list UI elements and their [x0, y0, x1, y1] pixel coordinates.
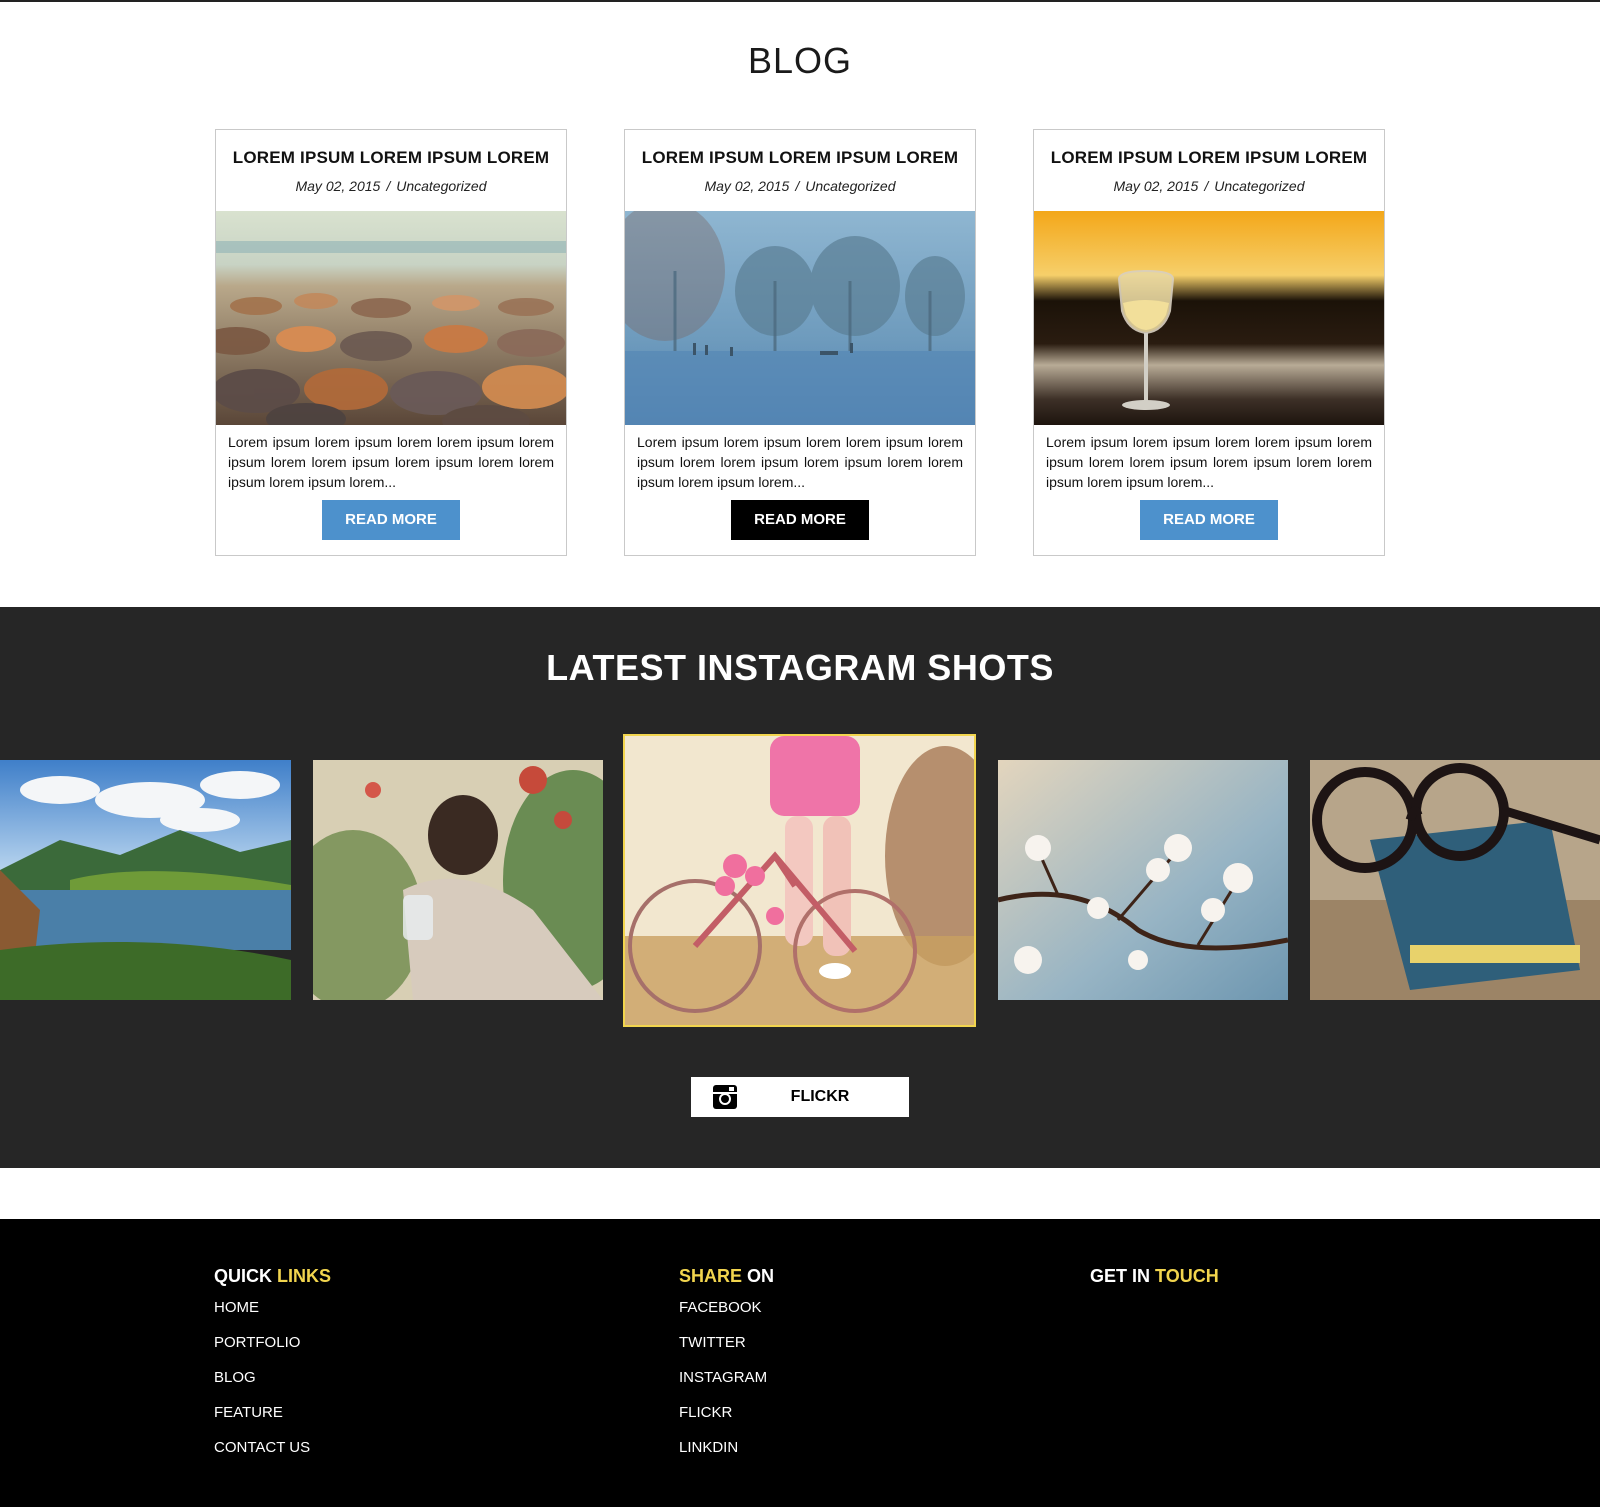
- footer-link-linkdin[interactable]: LINKDIN: [679, 1437, 774, 1472]
- read-more-button[interactable]: READ MORE: [322, 500, 460, 540]
- blog-post-image-wine-glass[interactable]: [1034, 211, 1384, 425]
- instagram-shot-bicycle-active[interactable]: [623, 734, 976, 1027]
- post-date: May 02, 2015: [704, 178, 790, 194]
- instagram-shot-blossoms[interactable]: [998, 760, 1288, 1000]
- instagram-shot-woman[interactable]: [313, 760, 603, 1000]
- instagram-section: LATEST INSTAGRAM SHOTS FLICKR: [0, 607, 1600, 1168]
- heading-word: ON: [747, 1266, 775, 1286]
- blog-post-title[interactable]: LOREM IPSUM LOREM IPSUM LOREM: [216, 148, 566, 168]
- post-date: May 02, 2015: [1113, 178, 1199, 194]
- instagram-shot-lake[interactable]: [0, 760, 291, 1000]
- blog-section-title: BLOG: [747, 40, 853, 81]
- meta-separator: /: [1204, 178, 1209, 194]
- footer-link-home[interactable]: HOME: [214, 1297, 331, 1332]
- share-on-column: SHARE ON FACEBOOK TWITTER INSTAGRAM FLIC…: [679, 1266, 774, 1472]
- blog-post-meta: May 02, 2015 / Uncategorized: [216, 178, 566, 194]
- blog-post-title[interactable]: LOREM IPSUM LOREM IPSUM LOREM: [1034, 148, 1384, 168]
- flickr-button[interactable]: FLICKR: [691, 1077, 909, 1117]
- footer-link-contact-us[interactable]: CONTACT US: [214, 1437, 331, 1472]
- footer-link-facebook[interactable]: FACEBOOK: [679, 1297, 774, 1332]
- quick-links-heading: QUICK LINKS: [214, 1266, 331, 1287]
- heading-accent-word: TOUCH: [1155, 1266, 1219, 1286]
- blog-post-image-pebbles[interactable]: [216, 211, 566, 425]
- post-category[interactable]: Uncategorized: [396, 178, 486, 194]
- heading-accent-word: LINKS: [277, 1266, 332, 1286]
- top-divider: [0, 0, 1600, 2]
- footer-link-flickr[interactable]: FLICKR: [679, 1402, 774, 1437]
- footer-link-portfolio[interactable]: PORTFOLIO: [214, 1332, 331, 1367]
- flickr-label: FLICKR: [790, 1088, 850, 1105]
- blog-post-excerpt: Lorem ipsum lorem ipsum lorem lorem ipsu…: [1046, 434, 1372, 490]
- read-more-button[interactable]: READ MORE: [1140, 500, 1278, 540]
- blog-post-title[interactable]: LOREM IPSUM LOREM IPSUM LOREM: [625, 148, 975, 168]
- blog-post-excerpt: Lorem ipsum lorem ipsum lorem lorem ipsu…: [637, 434, 963, 490]
- get-in-touch-column: GET IN TOUCH: [1090, 1266, 1219, 1297]
- quick-links-column: QUICK LINKS HOME PORTFOLIO BLOG FEATURE …: [214, 1266, 331, 1472]
- meta-separator: /: [386, 178, 391, 194]
- heading-word: GET IN: [1090, 1266, 1151, 1286]
- post-category[interactable]: Uncategorized: [805, 178, 895, 194]
- instagram-shot-glasses[interactable]: [1310, 760, 1600, 1000]
- post-date: May 02, 2015: [295, 178, 381, 194]
- post-category[interactable]: Uncategorized: [1214, 178, 1304, 194]
- blog-card: LOREM IPSUM LOREM IPSUM LOREM May 02, 20…: [1033, 129, 1385, 556]
- blog-post-image-foggy-park[interactable]: [625, 211, 975, 425]
- share-on-heading: SHARE ON: [679, 1266, 774, 1287]
- get-in-touch-heading: GET IN TOUCH: [1090, 1266, 1219, 1287]
- blog-card: LOREM IPSUM LOREM IPSUM LOREM May 02, 20…: [215, 129, 567, 556]
- blog-post-meta: May 02, 2015 / Uncategorized: [1034, 178, 1384, 194]
- heading-accent-word: SHARE: [679, 1266, 743, 1286]
- footer-link-instagram[interactable]: INSTAGRAM: [679, 1367, 774, 1402]
- read-more-button[interactable]: READ MORE: [731, 500, 869, 540]
- blog-card: LOREM IPSUM LOREM IPSUM LOREM May 02, 20…: [624, 129, 976, 556]
- heading-word: QUICK: [214, 1266, 272, 1286]
- footer-link-blog[interactable]: BLOG: [214, 1367, 331, 1402]
- blog-post-excerpt: Lorem ipsum lorem ipsum lorem lorem ipsu…: [228, 434, 554, 490]
- blog-post-meta: May 02, 2015 / Uncategorized: [625, 178, 975, 194]
- instagram-section-title: LATEST INSTAGRAM SHOTS: [546, 647, 1054, 688]
- site-footer: QUICK LINKS HOME PORTFOLIO BLOG FEATURE …: [0, 1219, 1600, 1507]
- instagram-icon: [713, 1085, 737, 1109]
- meta-separator: /: [795, 178, 800, 194]
- footer-link-twitter[interactable]: TWITTER: [679, 1332, 774, 1367]
- footer-link-feature[interactable]: FEATURE: [214, 1402, 331, 1437]
